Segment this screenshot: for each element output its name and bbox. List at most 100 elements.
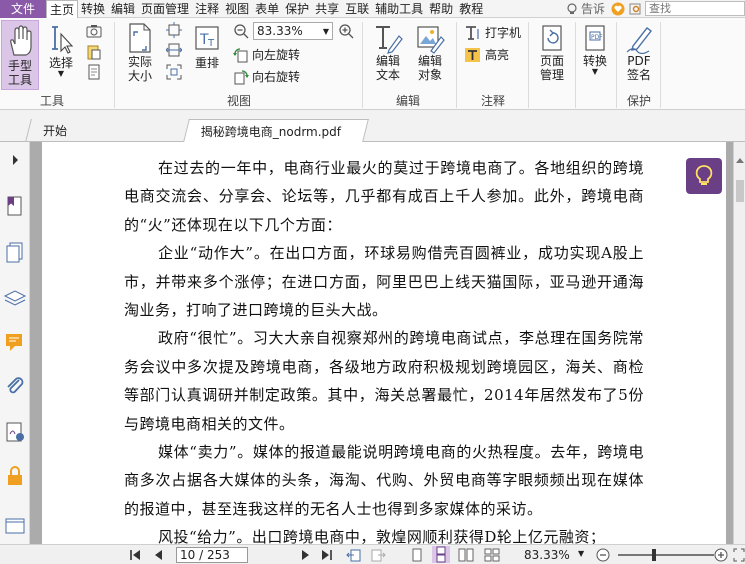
group-separator [362,22,363,108]
rotate-left-label: 向左旋转 [252,48,301,62]
menu-item-view[interactable]: 视图 [222,0,252,18]
next-view-icon[interactable] [370,548,386,562]
highlight-icon [465,47,480,62]
fullscreen-icon[interactable] [733,548,745,562]
edit-text-button[interactable]: 编辑 文本 [370,24,406,90]
pdf-sign-button[interactable]: PDF 签名 [620,24,658,90]
actual-size-button[interactable]: 实际 大小 [122,22,158,90]
rotate-right-icon [234,69,249,84]
zoom-in-icon[interactable] [714,548,728,562]
typewriter-button[interactable]: 打字机 [464,24,521,41]
zoom-slider[interactable] [618,549,714,561]
tab-start[interactable]: 开始 [25,119,191,142]
document-tab-bar: 开始 揭秘跨境电商_nodrm.pdf [0,110,745,142]
reflow-button[interactable]: T T 重排 [190,24,224,90]
group-separator [114,22,115,108]
tell-me-label[interactable]: 告诉 [581,0,605,17]
zoom-in-icon[interactable] [338,23,354,39]
select-tool-button[interactable]: 选择 ▼ [44,24,78,90]
page-manage-label: 页面 管理 [539,54,564,82]
snapshot-icon[interactable] [86,24,102,38]
zoom-out-icon[interactable] [233,23,249,39]
fit-page-icon[interactable] [166,22,182,38]
heart-icon[interactable] [611,2,625,16]
paragraph: 政府“很忙”。习大大亲自视察郑州的跨境电商试点，李总理在国务院常务会议中多次提及… [124,329,644,433]
search-input[interactable] [645,1,745,16]
menu-item-form[interactable]: 表单 [252,0,282,18]
menu-item-help[interactable]: 帮助 [426,0,456,18]
convert-label: 转换 [582,54,607,68]
status-bar: 10 / 253 83.33% ▼ [0,544,745,564]
page-manage-button[interactable]: 页面 管理 [532,24,572,90]
fit-width-icon[interactable] [166,42,182,58]
file-menu[interactable]: 文件 [0,0,46,18]
hand-tool-label: 手型 工具 [7,59,32,87]
bookmark-icon[interactable] [3,194,27,218]
next-page-icon[interactable] [298,548,312,562]
facing-pages-icon[interactable] [458,548,474,562]
document-viewport[interactable]: 在过去的一年中，电商行业最火的莫过于跨境电商了。各地组织的跨境电商交流会、分享会… [30,142,733,544]
zoom-select[interactable]: 83.33% ▼ [253,22,333,40]
menu-item-home[interactable]: 主页 [46,0,79,19]
menu-item-connect[interactable]: 互联 [342,0,372,18]
comments-panel-icon[interactable] [3,330,27,354]
paragraph: 在过去的一年中，电商行业最火的莫过于跨境电商了。各地组织的跨境电商交流会、分享会… [124,159,644,234]
text-select-cursor-icon [52,26,74,54]
edit-object-button[interactable]: 编辑 对象 [410,24,450,90]
page-number-input[interactable]: 10 / 253 [176,547,248,563]
view-group-label: 视图 [227,94,252,108]
tab-document[interactable]: 揭秘跨境电商_nodrm.pdf [183,119,369,142]
zoom-level-text: 83.33% [524,548,570,562]
tab-document-label: 揭秘跨境电商_nodrm.pdf [200,124,342,139]
highlight-button[interactable]: 高亮 [464,46,509,63]
fit-visible-icon[interactable] [166,64,182,80]
typewriter-icon [466,25,479,40]
continuous-facing-icon[interactable] [484,548,500,562]
zoom-slider-knob[interactable] [652,549,656,561]
highlight-label: 高亮 [485,48,510,62]
convert-button[interactable]: PDF 转换 ▼ [578,24,612,90]
pdf-page[interactable]: 在过去的一年中，电商行业最火的莫过于跨境电商了。各地组织的跨境电商交流会、分享会… [42,142,726,544]
vertical-scrollbar[interactable] [733,142,745,544]
select-tool-label: 选择 [48,56,73,70]
menu-item-share[interactable]: 共享 [312,0,342,18]
previous-view-icon[interactable] [346,548,362,562]
menu-item-convert[interactable]: 转换 [78,0,108,18]
convert-icon: PDF [585,25,605,51]
scroll-up-arrow-icon[interactable] [735,156,745,164]
lock-icon[interactable] [3,464,27,488]
hand-tool-button[interactable]: 手型 工具 [1,20,39,90]
previous-page-icon[interactable] [152,548,166,562]
signature-panel-icon[interactable] [3,420,27,444]
last-page-icon[interactable] [320,548,334,562]
page-text: 在过去的一年中，电商行业最火的莫过于跨境电商了。各地组织的跨境电商交流会、分享会… [124,154,644,544]
lightbulb-icon[interactable] [565,2,579,16]
attachment-icon[interactable] [3,374,27,398]
expand-panel-icon[interactable] [3,148,27,172]
chevron-down-icon[interactable]: ▼ [578,549,584,558]
layers-icon[interactable] [3,286,27,310]
ribbon-toolbar: 手型 工具 选择 ▼ 工具 实际 大小 T T 重排 83.33% ▼ 向左旋转… [0,18,745,110]
page-fit-icon[interactable] [86,64,102,80]
rotate-right-button[interactable]: 向右旋转 [233,68,300,85]
menu-item-comment[interactable]: 注释 [192,0,222,18]
continuous-page-icon[interactable] [432,546,450,563]
menu-item-accessibility[interactable]: 辅助工具 [372,0,426,18]
search-options-icon[interactable] [629,2,643,16]
zoom-out-icon[interactable] [596,548,610,562]
menu-item-protect[interactable]: 保护 [282,0,312,18]
page-thumbnails-icon[interactable] [3,240,27,264]
single-page-icon[interactable] [410,548,424,562]
chevron-down-icon: ▼ [591,67,599,76]
rotate-left-button[interactable]: 向左旋转 [233,46,300,63]
reflow-label: 重排 [194,56,219,70]
form-fields-icon[interactable] [3,514,27,538]
menu-item-edit[interactable]: 编辑 [108,0,138,18]
tips-button[interactable] [686,158,722,194]
page-indicator-text: 10 / 253 [180,548,230,562]
menu-item-page-manage[interactable]: 页面管理 [138,0,192,18]
scrollbar-thumb[interactable] [736,180,744,202]
menu-item-tutorial[interactable]: 教程 [456,0,486,18]
clipboard-icon[interactable] [86,44,102,60]
first-page-icon[interactable] [128,548,142,562]
